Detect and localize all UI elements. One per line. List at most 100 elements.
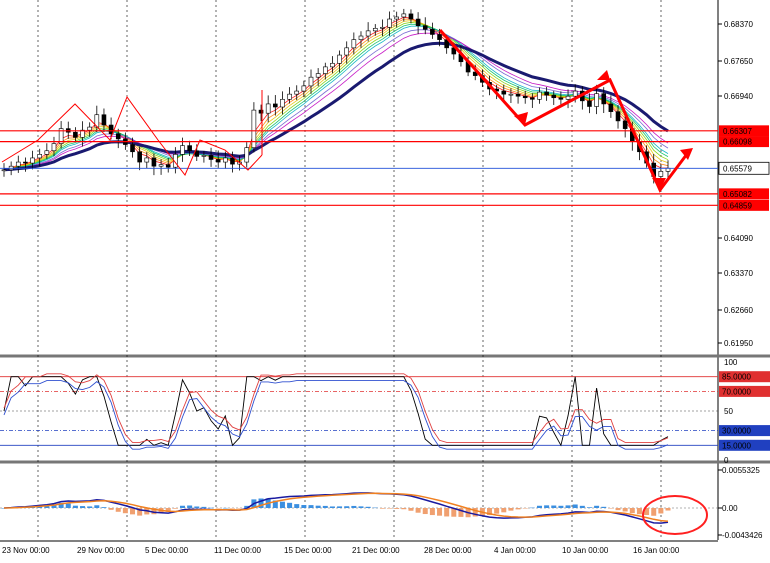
macd-hist-bar — [622, 508, 628, 512]
macd-hist-bar — [215, 508, 221, 509]
candle-body — [208, 155, 214, 160]
candle-body — [394, 16, 399, 20]
candle-body — [144, 157, 150, 163]
macd-hist-bar — [408, 508, 414, 511]
macd-hist-bar — [551, 505, 557, 508]
osc-level-label: 15.0000 — [722, 441, 751, 450]
macd-hist-bar — [522, 508, 528, 509]
macd-hist-bar — [586, 507, 592, 508]
candle-body — [330, 62, 335, 68]
candle-body — [515, 93, 521, 97]
candle-body — [551, 94, 557, 99]
candle-body — [215, 159, 221, 163]
macd-hist-bar — [344, 506, 350, 508]
macd-hist-bar — [501, 508, 507, 513]
x-tick-label: 10 Jan 00:00 — [562, 546, 609, 555]
macd-hist-bar — [572, 504, 578, 508]
candle-body — [315, 73, 321, 78]
macd-hist-bar — [515, 508, 521, 510]
candle-body — [372, 27, 378, 32]
x-tick-label: 16 Jan 00:00 — [633, 546, 680, 555]
macd-hist-bar — [629, 508, 635, 514]
candle-body — [508, 93, 514, 96]
macd-hist-bar — [565, 505, 571, 508]
price-level-label: 0.65082 — [723, 190, 752, 199]
macd-hist-bar — [122, 508, 128, 514]
x-tick-label: 29 Nov 00:00 — [77, 546, 125, 555]
macd-hist-bar — [608, 508, 614, 509]
candle-body — [37, 154, 42, 159]
price-level-label: 0.66098 — [723, 138, 752, 147]
candle-body — [130, 144, 135, 153]
candle-body — [294, 90, 300, 95]
macd-hist-bar — [494, 508, 500, 514]
candle-body — [572, 90, 578, 97]
x-tick-label: 15 Dec 00:00 — [284, 546, 332, 555]
macd-hist-bar — [351, 505, 357, 508]
macd-hist-bar — [387, 508, 393, 509]
macd-hist-bar — [529, 507, 535, 509]
candle-body — [1, 169, 7, 172]
price-level-label: 0.64859 — [723, 201, 752, 210]
candle-body — [537, 91, 542, 100]
macd-hist-bar — [315, 505, 321, 508]
candle-body — [401, 13, 407, 18]
macd-hist-bar — [394, 508, 400, 509]
macd-hist-bar — [379, 508, 385, 509]
candle-body — [530, 97, 535, 100]
macd-tick-label: -0.0043426 — [722, 531, 763, 540]
macd-hist-bar — [294, 504, 300, 508]
candle-body — [15, 161, 21, 167]
macd-hist-bar — [422, 508, 428, 515]
macd-hist-bar — [187, 505, 193, 508]
candle-body — [44, 150, 50, 155]
candle-body — [344, 47, 350, 56]
candle-body — [273, 103, 278, 108]
candle-body — [615, 111, 621, 122]
y-tick-label: 0.64090 — [724, 234, 753, 243]
y-tick-label: 0.67650 — [724, 57, 753, 66]
macd-hist-bar — [558, 505, 564, 508]
x-tick-label: 11 Dec 00:00 — [214, 546, 262, 555]
macd-hist-bar — [329, 506, 335, 508]
macd-tick-label: 0.00 — [722, 504, 738, 513]
x-tick-label: 21 Dec 00:00 — [352, 546, 400, 555]
candle-body — [165, 164, 171, 168]
candle-body — [358, 35, 364, 40]
candle-body — [658, 171, 664, 177]
y-tick-label: 0.61950 — [724, 339, 753, 348]
candle-body — [437, 34, 442, 40]
macd-hist-bar — [80, 506, 86, 508]
candle-body — [73, 131, 78, 138]
macd-hist-bar — [308, 505, 314, 508]
macd-hist-bar — [222, 507, 228, 509]
candle-body — [51, 143, 57, 152]
candle-body — [87, 126, 92, 131]
macd-hist-bar — [444, 508, 450, 517]
candle-body — [380, 26, 385, 29]
macd-hist-bar — [337, 506, 343, 508]
candle-body — [244, 147, 250, 163]
candle-body — [565, 95, 571, 100]
macd-hist-bar — [130, 508, 136, 515]
macd-hist-bar — [536, 505, 542, 508]
candle-body — [501, 90, 507, 95]
candle-body — [558, 97, 564, 100]
macd-hist-bar — [508, 508, 514, 511]
macd-hist-bar — [101, 507, 107, 508]
macd-hist-bar — [208, 507, 214, 509]
candle-body — [137, 151, 142, 163]
candle-body — [30, 157, 35, 164]
macd-hist-bar — [429, 508, 435, 516]
macd-hist-bar — [229, 508, 235, 509]
macd-hist-bar — [237, 508, 243, 509]
osc-tick-label: 50 — [724, 407, 733, 416]
candle-body — [322, 66, 328, 74]
candle-body — [351, 39, 357, 49]
osc-tick-label: 100 — [724, 358, 738, 367]
candle-body — [608, 103, 614, 112]
candle-body — [23, 161, 28, 164]
macd-hist-bar — [172, 508, 178, 509]
candle-body — [187, 145, 192, 152]
macd-hist-bar — [365, 506, 371, 508]
